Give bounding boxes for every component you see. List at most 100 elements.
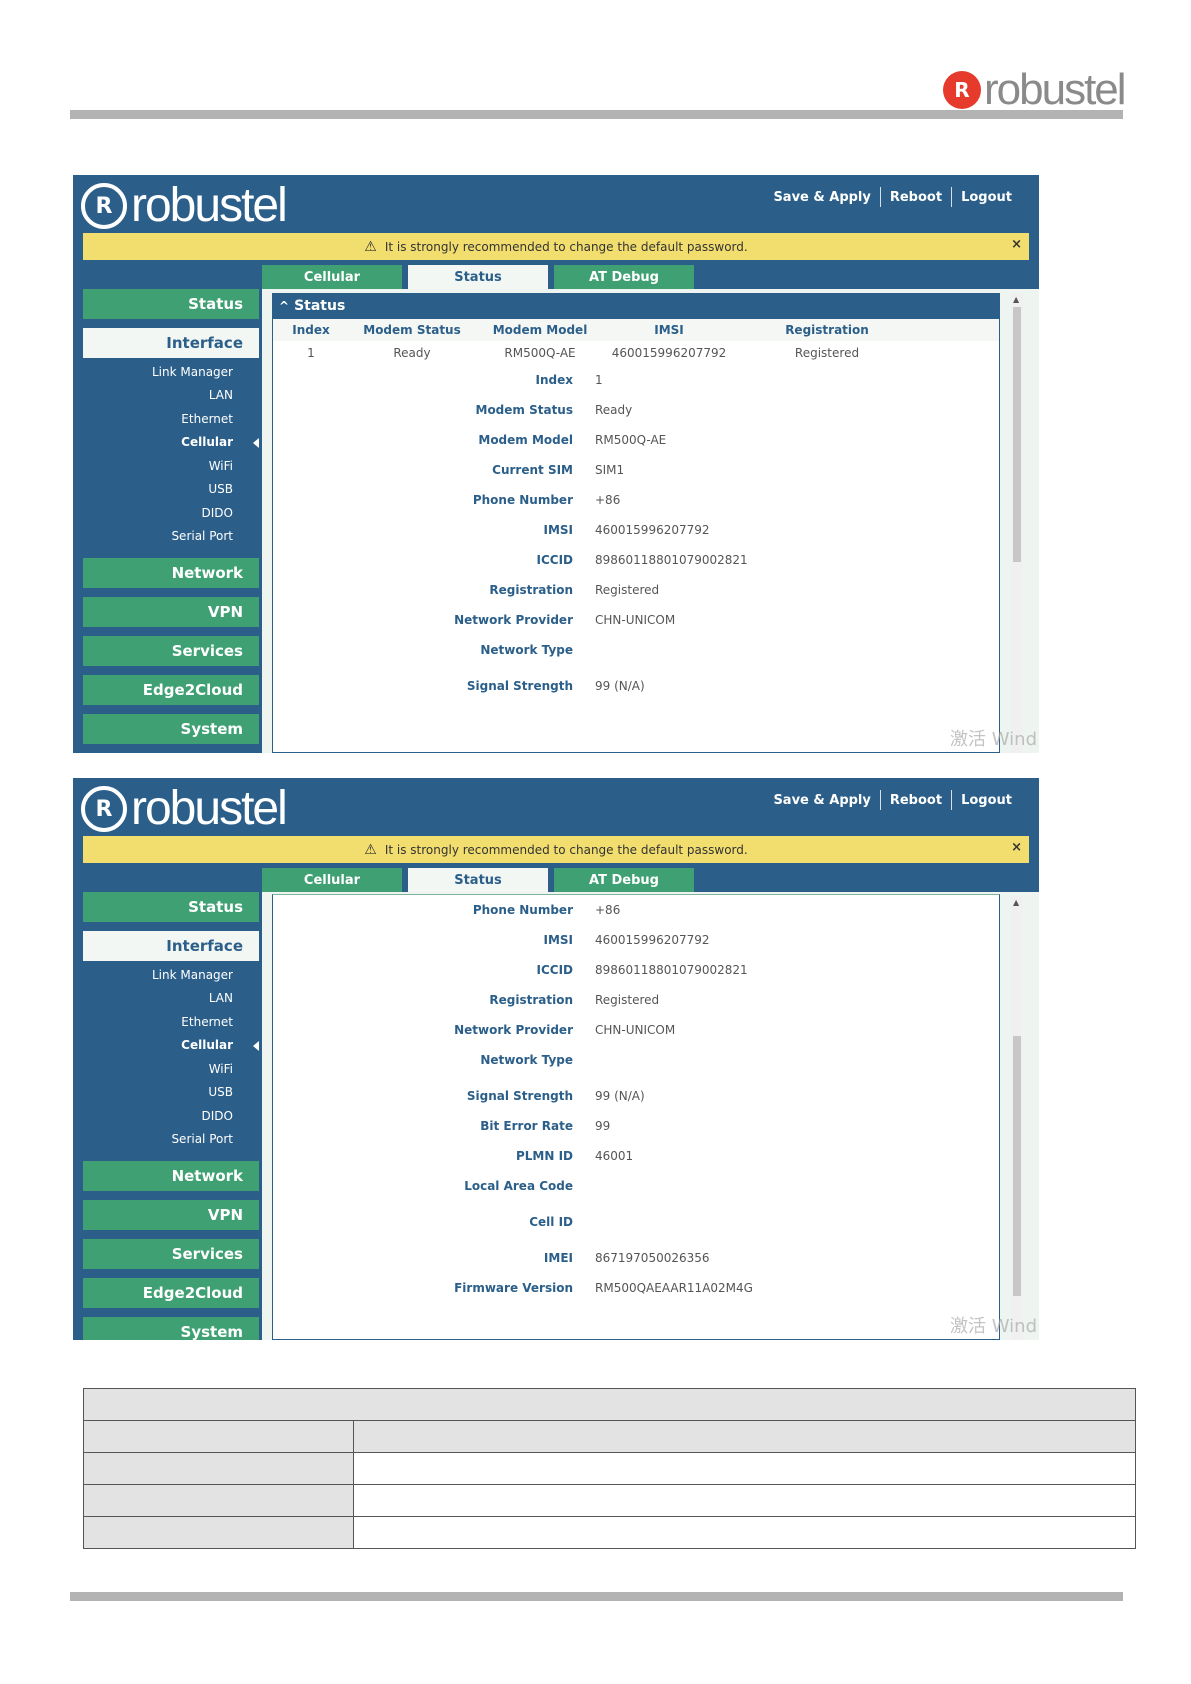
sidebar-services[interactable]: Services xyxy=(83,636,259,666)
scroll-up-icon[interactable]: ▲ xyxy=(1013,295,1019,304)
tab-status[interactable]: Status xyxy=(408,868,548,892)
detail-label: Network Provider xyxy=(454,1023,573,1037)
scrollbar-thumb[interactable] xyxy=(1013,1036,1021,1296)
detail-label: Network Type xyxy=(480,643,573,657)
scroll-up-icon[interactable]: ▲ xyxy=(1013,898,1019,907)
brand-logo-text: robustel xyxy=(131,782,288,835)
detail-row: Index 1 xyxy=(273,365,999,395)
sidebar-item-lan[interactable]: LAN xyxy=(83,384,259,408)
table-header-row xyxy=(83,1388,1136,1421)
sidebar-network[interactable]: Network xyxy=(83,1161,259,1191)
detail-row: Modem Status Ready xyxy=(273,395,999,425)
sidebar-item-lan[interactable]: LAN xyxy=(83,987,259,1011)
sidebar-item-serial-port[interactable]: Serial Port xyxy=(83,525,259,549)
reboot-link[interactable]: Reboot xyxy=(881,190,951,205)
sidebar-interface[interactable]: Interface xyxy=(83,328,259,358)
sidebar-vpn[interactable]: VPN xyxy=(83,597,259,627)
brand-logo: R robustel xyxy=(81,782,288,835)
sidebar-item-dido[interactable]: DIDO xyxy=(83,1104,259,1128)
brand-logo: R robustel xyxy=(81,181,288,231)
detail-value: RM500Q-AE xyxy=(595,433,667,447)
warning-text: It is strongly recommended to change the… xyxy=(384,239,748,254)
sidebar-item-wifi[interactable]: WiFi xyxy=(83,454,259,478)
table-cell xyxy=(353,1420,1136,1453)
detail-label: Local Area Code xyxy=(464,1179,573,1193)
top-nav: Save & Apply Reboot Logout xyxy=(764,187,1021,207)
column-header: Modem Model xyxy=(492,323,588,337)
nav-separator xyxy=(951,790,953,810)
sidebar-item-ethernet[interactable]: Ethernet xyxy=(83,407,259,431)
table-row xyxy=(83,1484,1136,1517)
document-logo: R robustel xyxy=(943,65,1127,114)
scrollbar-thumb[interactable] xyxy=(1013,307,1021,562)
detail-label: Cell ID xyxy=(529,1215,573,1229)
sidebar-item-ethernet[interactable]: Ethernet xyxy=(83,1010,259,1034)
detail-row: PLMN ID 46001 xyxy=(273,1141,999,1171)
detail-row: Network Provider CHN-UNICOM xyxy=(273,605,999,635)
detail-value: CHN-UNICOM xyxy=(595,613,676,627)
sidebar-status[interactable]: Status xyxy=(83,289,259,319)
tab-at-debug[interactable]: AT Debug xyxy=(554,868,694,892)
save-apply-link[interactable]: Save & Apply xyxy=(764,190,879,205)
sidebar-edge2cloud[interactable]: Edge2Cloud xyxy=(83,1278,259,1308)
detail-row: IMSI 460015996207792 xyxy=(273,925,999,955)
sidebar-network[interactable]: Network xyxy=(83,558,259,588)
detail-value: 99 (N/A) xyxy=(595,1089,645,1103)
detail-value: 99 (N/A) xyxy=(595,679,645,693)
detail-row: ICCID 89860118801079002821 xyxy=(273,545,999,575)
detail-row: Firmware Version RM500QAEAAR11A02M4G xyxy=(273,1273,999,1303)
sidebar-item-serial-port[interactable]: Serial Port xyxy=(83,1128,259,1152)
sidebar-services[interactable]: Services xyxy=(83,1239,259,1269)
sidebar-vpn[interactable]: VPN xyxy=(83,1200,259,1230)
detail-row: Network Type xyxy=(273,1045,999,1081)
detail-label: IMEI xyxy=(543,1251,573,1265)
detail-row: Registration Registered xyxy=(273,985,999,1015)
sidebar-item-cellular[interactable]: Cellular xyxy=(83,431,259,455)
robustel-logo-icon: R xyxy=(81,183,127,229)
panel-title-text: Status xyxy=(294,298,346,314)
logout-link[interactable]: Logout xyxy=(952,190,1021,205)
tab-at-debug[interactable]: AT Debug xyxy=(554,265,694,289)
document-logo-text: robustel xyxy=(984,65,1127,114)
sidebar-system[interactable]: System xyxy=(83,714,259,744)
detail-label: Current SIM xyxy=(492,463,573,477)
sidebar-status[interactable]: Status xyxy=(83,892,259,922)
sidebar-item-wifi[interactable]: WiFi xyxy=(83,1057,259,1081)
sidebar-item-usb[interactable]: USB xyxy=(83,478,259,502)
header-rule xyxy=(70,110,1123,119)
detail-label: IMSI xyxy=(543,933,573,947)
panel-title[interactable]: ^ Status xyxy=(273,293,999,319)
sidebar-item-link-manager[interactable]: Link Manager xyxy=(83,360,259,384)
table-cell xyxy=(353,1516,1136,1549)
detail-label: Network Provider xyxy=(454,613,573,627)
close-icon[interactable]: × xyxy=(1011,840,1022,855)
sidebar-item-cellular[interactable]: Cellular xyxy=(83,1034,259,1058)
detail-label: Modem Status xyxy=(475,403,574,417)
detail-row: Local Area Code xyxy=(273,1171,999,1207)
save-apply-link[interactable]: Save & Apply xyxy=(764,793,879,808)
detail-value: 460015996207792 xyxy=(595,523,710,537)
sidebar-system[interactable]: System xyxy=(83,1317,259,1340)
tab-status[interactable]: Status xyxy=(408,265,548,289)
sidebar-item-link-manager[interactable]: Link Manager xyxy=(83,963,259,987)
detail-list: Phone Number +86 IMSI 460015996207792 ICCID 8… xyxy=(273,895,999,1303)
close-icon[interactable]: × xyxy=(1011,237,1022,252)
router-screenshot-2: R robustel Save & Apply Reboot Logout ⚠ … xyxy=(73,778,1039,1340)
table-row xyxy=(83,1420,1136,1453)
table-row[interactable]: 1 Ready RM500Q-AE 460015996207792 Regist… xyxy=(273,341,999,365)
sidebar-interface[interactable]: Interface xyxy=(83,931,259,961)
detail-value: RM500QAEAAR11A02M4G xyxy=(595,1281,753,1295)
table-cell: RM500Q-AE xyxy=(504,346,576,360)
table-cell xyxy=(83,1516,354,1549)
column-header: Modem Status xyxy=(363,323,461,337)
sidebar-edge2cloud[interactable]: Edge2Cloud xyxy=(83,675,259,705)
logout-link[interactable]: Logout xyxy=(952,793,1021,808)
scrollbar[interactable]: ▲ xyxy=(1011,896,1023,1340)
scrollbar[interactable]: ▲ xyxy=(1011,293,1023,753)
table-cell: Registered xyxy=(794,346,860,360)
tab-cellular[interactable]: Cellular xyxy=(262,868,402,892)
sidebar-item-usb[interactable]: USB xyxy=(83,1081,259,1105)
tab-cellular[interactable]: Cellular xyxy=(262,265,402,289)
sidebar-item-dido[interactable]: DIDO xyxy=(83,501,259,525)
reboot-link[interactable]: Reboot xyxy=(881,793,951,808)
